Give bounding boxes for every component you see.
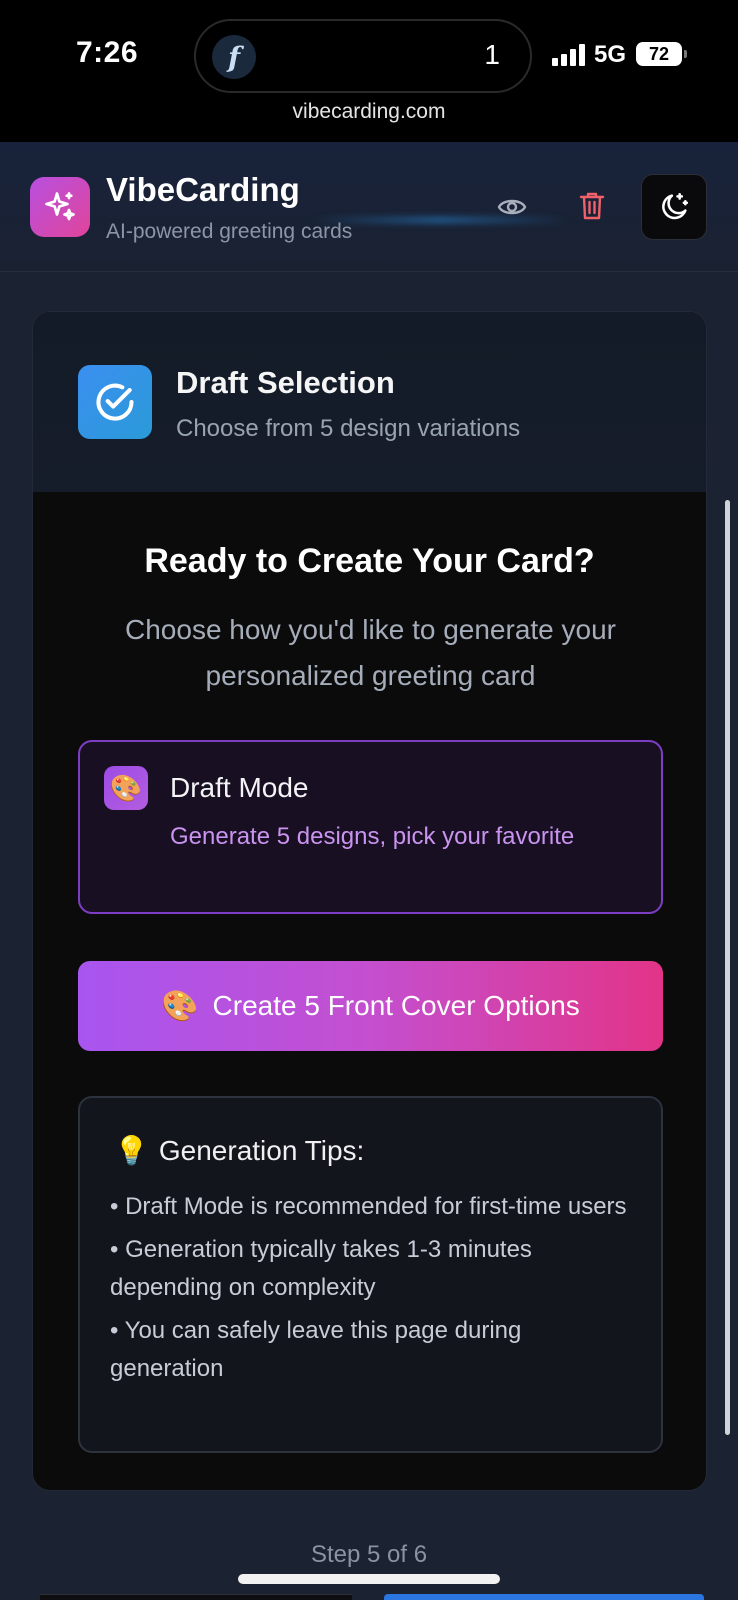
island-count: 1 [484,39,500,70]
create-button-label: Create 5 Front Cover Options [212,990,580,1021]
tip-item: • Generation typically takes 1-3 minutes… [110,1236,532,1301]
network-label: 5G [594,41,627,68]
create-front-cover-button[interactable]: 🎨 Create 5 Front Cover Options [78,961,663,1051]
step-title: Draft Selection [176,365,395,400]
app-name: VibeCarding [106,171,300,208]
app-tagline: AI-powered greeting cards [106,220,353,243]
draft-mode-option[interactable]: 🎨 Draft Mode Generate 5 designs, pick yo… [78,740,663,914]
ready-heading: Ready to Create Your Card? [144,542,595,580]
bottom-next-button-edge[interactable] [384,1594,704,1600]
dynamic-island[interactable]: f 1 [194,19,532,93]
scrollbar[interactable] [725,500,730,1435]
draft-mode-title: Draft Mode [170,772,309,803]
tips-list: • Draft Mode is recommended for first-ti… [110,1188,630,1393]
card-header: Draft Selection Choose from 5 design var… [33,312,706,492]
draft-selection-card: Draft Selection Choose from 5 design var… [32,311,707,1491]
trash-icon [579,192,605,220]
ready-subheading: Choose how you'd like to generate your p… [125,614,616,691]
status-time: 7:26 [76,36,139,69]
status-bar: 7:26 f 1 5G 72 vibecarding.com [0,0,738,142]
check-circle-icon [78,365,152,439]
palette-icon: 🎨 [104,766,148,810]
battery-cap [684,50,687,58]
home-indicator[interactable] [238,1574,500,1584]
signal-icon [552,44,586,66]
eye-icon [497,199,527,215]
theme-toggle-button[interactable] [641,174,707,240]
step-subtitle: Choose from 5 design variations [176,415,521,442]
battery-icon: 72 [636,42,682,66]
tips-title-label: Generation Tips: [158,1134,365,1166]
tips-title: 💡 Generation Tips: [114,1134,364,1167]
palette-emoji-icon: 🎨 [161,989,199,1023]
tip-item: • You can safely leave this page during … [110,1317,522,1382]
bottom-back-button-edge[interactable] [40,1594,352,1600]
sparkles-logo-icon[interactable] [30,177,90,237]
lightbulb-icon: 💡 [114,1135,149,1166]
generation-tips-box: 💡 Generation Tips: • Draft Mode is recom… [78,1096,663,1453]
fedora-app-icon: f [212,35,256,79]
url-label[interactable]: vibecarding.com [0,100,738,124]
step-indicator: Step 5 of 6 [310,1541,428,1568]
preview-eye-button[interactable] [492,190,532,224]
tip-item: • Draft Mode is recommended for first-ti… [110,1193,627,1220]
app-header: VibeCarding AI-powered greeting cards [0,142,738,272]
moon-stars-icon [662,192,689,220]
delete-button[interactable] [572,186,612,226]
draft-mode-description: Generate 5 designs, pick your favorite [170,823,575,850]
